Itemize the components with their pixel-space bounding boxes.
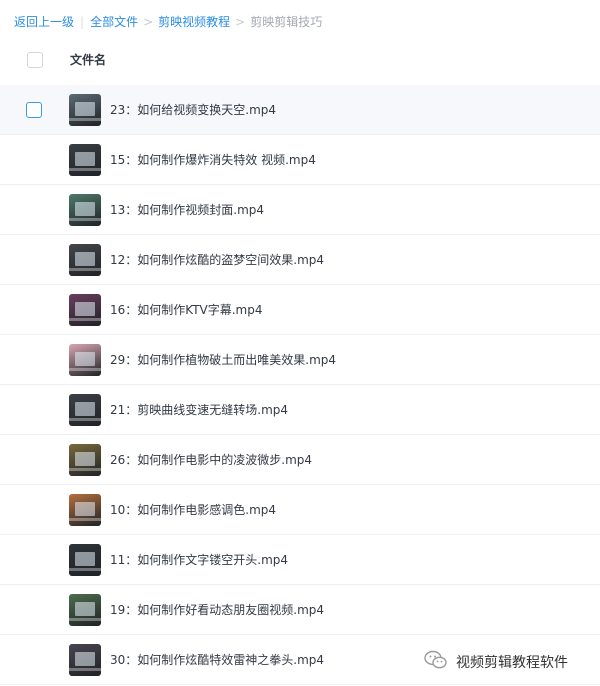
thumbnail-strip: [69, 118, 101, 121]
thumbnail-screen: [75, 452, 95, 466]
thumbnail-strip: [69, 318, 101, 321]
thumbnail-strip: [69, 668, 101, 671]
breadcrumb: 返回上一级 | 全部文件 > 剪映视频教程 > 剪映剪辑技巧: [14, 13, 322, 31]
file-row[interactable]: 12：如何制作炫酷的盗梦空间效果.mp4: [0, 235, 600, 285]
watermark-text: 视频剪辑教程软件: [456, 655, 568, 671]
column-header-filename: 文件名: [70, 53, 107, 67]
thumbnail-strip: [69, 368, 101, 371]
video-thumbnail: [69, 344, 101, 376]
file-name[interactable]: 19：如何制作好看动态朋友圈视频.mp4: [110, 601, 324, 618]
thumbnail-screen: [75, 402, 95, 416]
video-thumbnail: [69, 444, 101, 476]
video-thumbnail: [69, 144, 101, 176]
file-list: 23：如何给视频变换天空.mp4 15：如何制作爆炸消失特效 视频.mp4 13：如…: [0, 85, 600, 685]
thumbnail-screen: [75, 652, 95, 666]
watermark: 视频剪辑教程软件: [424, 650, 568, 674]
thumbnail-screen: [75, 552, 95, 566]
thumbnail-screen: [75, 302, 95, 316]
list-header: 文件名: [0, 36, 600, 84]
wechat-icon: [424, 650, 448, 674]
video-thumbnail: [69, 394, 101, 426]
thumbnail-strip: [69, 468, 101, 471]
thumbnail-screen: [75, 202, 95, 216]
video-thumbnail: [69, 194, 101, 226]
file-row[interactable]: 26：如何制作电影中的凌波微步.mp4: [0, 435, 600, 485]
file-name[interactable]: 11：如何制作文字镂空开头.mp4: [110, 551, 288, 568]
thumbnail-strip: [69, 568, 101, 571]
video-thumbnail: [69, 294, 101, 326]
breadcrumb-current: 剪映剪辑技巧: [250, 15, 323, 29]
thumbnail-strip: [69, 518, 101, 521]
file-browser: 返回上一级 | 全部文件 > 剪映视频教程 > 剪映剪辑技巧 文件名 23：如何…: [0, 0, 600, 686]
file-row[interactable]: 21：剪映曲线变速无缝转场.mp4: [0, 385, 600, 435]
row-checkbox[interactable]: [26, 102, 42, 118]
file-row[interactable]: 11：如何制作文字镂空开头.mp4: [0, 535, 600, 585]
breadcrumb-all-files[interactable]: 全部文件: [90, 13, 138, 31]
file-name[interactable]: 15：如何制作爆炸消失特效 视频.mp4: [110, 151, 316, 168]
file-name[interactable]: 29：如何制作植物破土而出唯美效果.mp4: [110, 351, 336, 368]
video-thumbnail: [69, 594, 101, 626]
breadcrumb-divider: |: [80, 15, 85, 29]
video-thumbnail: [69, 494, 101, 526]
file-name[interactable]: 10：如何制作电影感调色.mp4: [110, 501, 276, 518]
file-row[interactable]: 16：如何制作KTV字幕.mp4: [0, 285, 600, 335]
video-thumbnail: [69, 94, 101, 126]
file-row[interactable]: 23：如何给视频变换天空.mp4: [0, 85, 600, 135]
thumbnail-screen: [75, 102, 95, 116]
file-row[interactable]: 15：如何制作爆炸消失特效 视频.mp4: [0, 135, 600, 185]
thumbnail-screen: [75, 502, 95, 516]
thumbnail-screen: [75, 352, 95, 366]
breadcrumb-folder[interactable]: 剪映视频教程: [158, 13, 230, 31]
file-name[interactable]: 16：如何制作KTV字幕.mp4: [110, 301, 263, 318]
thumbnail-strip: [69, 168, 101, 171]
file-name[interactable]: 13：如何制作视频封面.mp4: [110, 201, 264, 218]
video-thumbnail: [69, 644, 101, 676]
thumbnail-screen: [75, 152, 95, 166]
breadcrumb-arrow: >: [143, 15, 154, 29]
file-row[interactable]: 10：如何制作电影感调色.mp4: [0, 485, 600, 535]
file-name[interactable]: 21：剪映曲线变速无缝转场.mp4: [110, 401, 288, 418]
thumbnail-strip: [69, 218, 101, 221]
file-name[interactable]: 26：如何制作电影中的凌波微步.mp4: [110, 451, 312, 468]
video-thumbnail: [69, 244, 101, 276]
breadcrumb-arrow: >: [235, 15, 246, 29]
video-thumbnail: [69, 544, 101, 576]
file-row[interactable]: 19：如何制作好看动态朋友圈视频.mp4: [0, 585, 600, 635]
thumbnail-strip: [69, 268, 101, 271]
file-row[interactable]: 29：如何制作植物破土而出唯美效果.mp4: [0, 335, 600, 385]
thumbnail-screen: [75, 602, 95, 616]
thumbnail-strip: [69, 418, 101, 421]
file-name[interactable]: 12：如何制作炫酷的盗梦空间效果.mp4: [110, 251, 324, 268]
thumbnail-screen: [75, 252, 95, 266]
thumbnail-strip: [69, 618, 101, 621]
file-name[interactable]: 23：如何给视频变换天空.mp4: [110, 101, 276, 118]
file-name[interactable]: 30：如何制作炫酷特效雷神之拳头.mp4: [110, 651, 324, 668]
back-link[interactable]: 返回上一级: [14, 13, 74, 31]
select-all-checkbox[interactable]: [27, 52, 43, 68]
file-row[interactable]: 13：如何制作视频封面.mp4: [0, 185, 600, 235]
